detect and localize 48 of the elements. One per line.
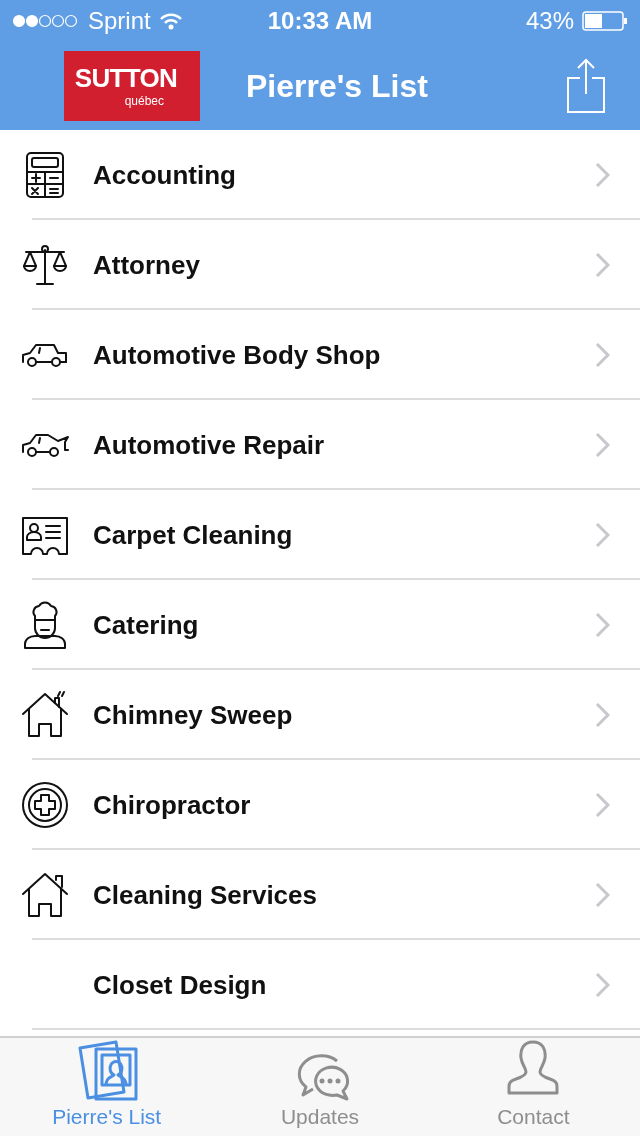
carrier-name: Sprint <box>88 6 151 36</box>
list-item[interactable]: Attorney <box>0 220 640 310</box>
list-item[interactable]: Closet Design <box>0 940 640 1030</box>
item-label: Accounting <box>93 158 237 192</box>
battery-percent: 43% <box>525 6 574 36</box>
item-label: Cleaning Services <box>93 878 318 912</box>
tab-label: Pierre's List <box>52 1103 162 1130</box>
chevron-icon <box>594 612 610 638</box>
list-item[interactable]: Chiropractor <box>0 760 640 850</box>
list-item[interactable]: Catering <box>0 580 640 670</box>
chevron-icon <box>594 972 610 998</box>
tab-label: Updates <box>280 1103 360 1130</box>
list-item[interactable]: Carpet Cleaning <box>0 490 640 580</box>
list-item[interactable]: Automotive Body Shop <box>0 310 640 400</box>
item-label: Attorney <box>93 248 201 282</box>
house-icon <box>20 690 70 740</box>
item-label: Chiropractor <box>93 788 252 822</box>
chevron-icon <box>594 162 610 188</box>
car-icon <box>20 342 70 368</box>
tab-label: Contact <box>497 1103 570 1130</box>
nav-title: Pierre's List <box>246 67 429 106</box>
chevron-icon <box>594 702 610 728</box>
list-item[interactable]: Accounting <box>0 130 640 220</box>
logo-name: SUTTON <box>74 65 178 91</box>
chevron-icon <box>594 432 610 458</box>
logo-region: québec <box>124 95 164 107</box>
chevron-icon <box>594 882 610 908</box>
item-label: Closet Design <box>93 968 268 1002</box>
car-icon <box>20 432 70 458</box>
wifi-icon <box>158 12 183 30</box>
item-label: Carpet Cleaning <box>93 518 294 552</box>
house-icon <box>20 870 70 920</box>
signal-icon <box>12 14 80 28</box>
list-item[interactable]: Cleaning Services <box>0 850 640 940</box>
share-icon <box>566 58 606 114</box>
battery-icon <box>582 11 628 31</box>
chevron-icon <box>594 522 610 548</box>
chevron-icon <box>594 342 610 368</box>
chevron-icon <box>594 252 610 278</box>
medical-cross-icon <box>20 780 70 830</box>
item-label: Chimney Sweep <box>93 698 294 732</box>
list-item[interactable]: Chimney Sweep <box>0 670 640 760</box>
chevron-icon <box>594 792 610 818</box>
status-time: 10:33 AM <box>267 6 373 36</box>
item-label: Automotive Body Shop <box>93 338 382 372</box>
item-label: Catering <box>93 608 200 642</box>
item-label: Automotive Repair <box>93 428 326 462</box>
list-item[interactable]: Automotive Repair <box>0 400 640 490</box>
